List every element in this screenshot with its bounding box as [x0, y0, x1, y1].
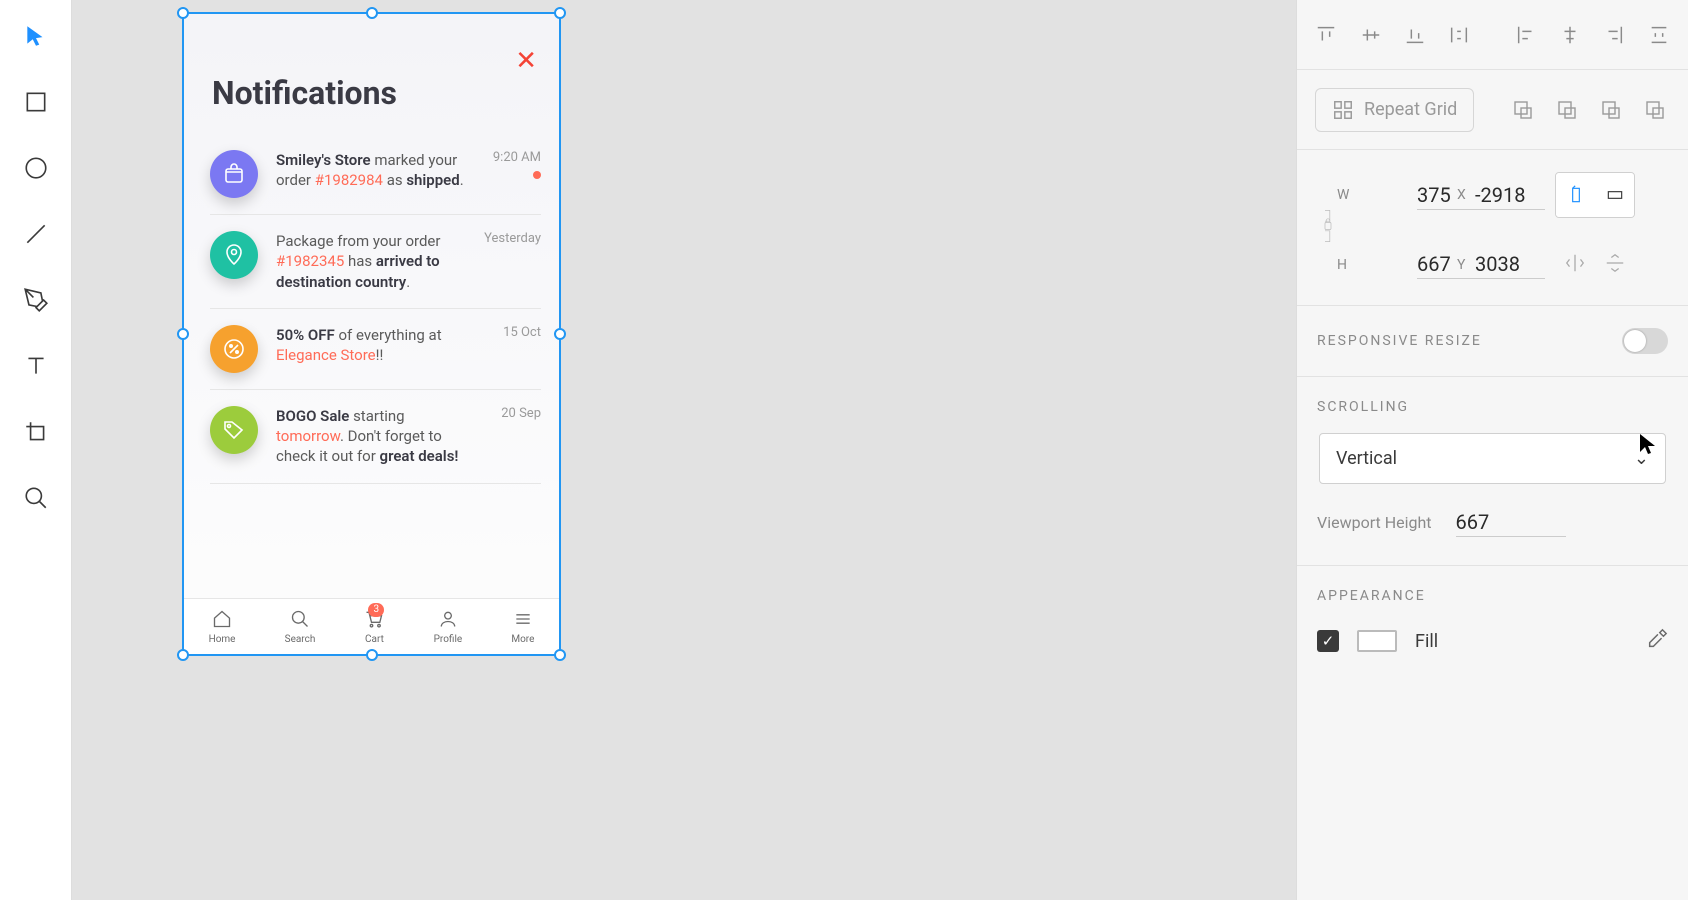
- fill-checkbox[interactable]: ✓: [1317, 630, 1339, 652]
- artboard-selection[interactable]: ✕ Notifications Smiley's Store marked yo…: [184, 14, 559, 654]
- viewport-height-input[interactable]: [1456, 508, 1566, 537]
- distribute-vertical[interactable]: [1448, 22, 1470, 48]
- flip-group: [1555, 252, 1635, 278]
- scroll-mode-value: Vertical: [1336, 448, 1397, 469]
- bool-intersect[interactable]: [1596, 95, 1626, 125]
- pen-tool[interactable]: [20, 284, 52, 316]
- line-tool[interactable]: [20, 218, 52, 250]
- viewport-height-label: Viewport Height: [1317, 513, 1432, 532]
- distribute-horizontal[interactable]: [1648, 22, 1670, 48]
- repeat-row: Repeat Grid: [1297, 70, 1688, 150]
- resize-handle[interactable]: [177, 328, 189, 340]
- bool-add[interactable]: [1508, 95, 1538, 125]
- appearance-block: APPEARANCE ✓ Fill: [1297, 566, 1688, 682]
- canvas[interactable]: ✕ Notifications Smiley's Store marked yo…: [72, 0, 1296, 900]
- flip-vertical[interactable]: [1604, 252, 1626, 278]
- align-top[interactable]: [1315, 22, 1337, 48]
- responsive-row: RESPONSIVE RESIZE: [1297, 306, 1688, 377]
- responsive-toggle[interactable]: [1622, 328, 1668, 354]
- fill-label: Fill: [1415, 631, 1438, 652]
- align-row: [1297, 0, 1688, 70]
- align-vmiddle[interactable]: [1359, 22, 1381, 48]
- scrolling-block: SCROLLING Vertical ⌄ Viewport Height: [1297, 377, 1688, 566]
- chevron-down-icon: ⌄: [1634, 448, 1649, 469]
- portrait-button[interactable]: [1556, 173, 1595, 217]
- inspector-panel: Repeat Grid W X H Y RESPONSIVE RESIZE SC…: [1296, 0, 1688, 900]
- artboard-tool[interactable]: [20, 416, 52, 448]
- height-label: H: [1337, 257, 1417, 273]
- scroll-mode-select[interactable]: Vertical ⌄: [1319, 433, 1666, 484]
- resize-handle[interactable]: [366, 7, 378, 19]
- eyedropper-icon[interactable]: [1646, 628, 1668, 654]
- align-bottom[interactable]: [1404, 22, 1426, 48]
- appearance-title: APPEARANCE: [1317, 566, 1668, 628]
- landscape-button[interactable]: [1595, 173, 1634, 217]
- x-label: X: [1457, 187, 1475, 203]
- width-label: W: [1337, 187, 1417, 203]
- ellipse-tool[interactable]: [20, 152, 52, 184]
- align-hcenter[interactable]: [1559, 22, 1581, 48]
- rectangle-tool[interactable]: [20, 86, 52, 118]
- resize-handle[interactable]: [177, 649, 189, 661]
- align-right[interactable]: [1603, 22, 1625, 48]
- bool-subtract[interactable]: [1552, 95, 1582, 125]
- repeat-grid-button[interactable]: Repeat Grid: [1315, 88, 1474, 132]
- resize-handle[interactable]: [554, 328, 566, 340]
- bool-exclude[interactable]: [1640, 95, 1670, 125]
- y-input[interactable]: [1475, 250, 1545, 279]
- text-tool[interactable]: [20, 350, 52, 382]
- repeat-grid-label: Repeat Grid: [1364, 99, 1457, 120]
- scrolling-title: SCROLLING: [1317, 377, 1668, 415]
- transform-block: W X H Y: [1297, 150, 1688, 306]
- x-input[interactable]: [1475, 181, 1545, 210]
- resize-handle[interactable]: [177, 7, 189, 19]
- align-left[interactable]: [1515, 22, 1537, 48]
- flip-horizontal[interactable]: [1564, 252, 1586, 278]
- resize-handle[interactable]: [366, 649, 378, 661]
- lock-aspect[interactable]: [1319, 194, 1337, 258]
- zoom-tool[interactable]: [20, 482, 52, 514]
- orientation-group: [1555, 172, 1635, 218]
- resize-handle[interactable]: [554, 7, 566, 19]
- resize-handle[interactable]: [554, 649, 566, 661]
- fill-swatch[interactable]: [1357, 630, 1397, 652]
- y-label: Y: [1457, 257, 1475, 273]
- tool-rail: [0, 0, 72, 900]
- responsive-title: RESPONSIVE RESIZE: [1317, 333, 1482, 349]
- select-tool[interactable]: [20, 20, 52, 52]
- selection-outline: [182, 12, 561, 656]
